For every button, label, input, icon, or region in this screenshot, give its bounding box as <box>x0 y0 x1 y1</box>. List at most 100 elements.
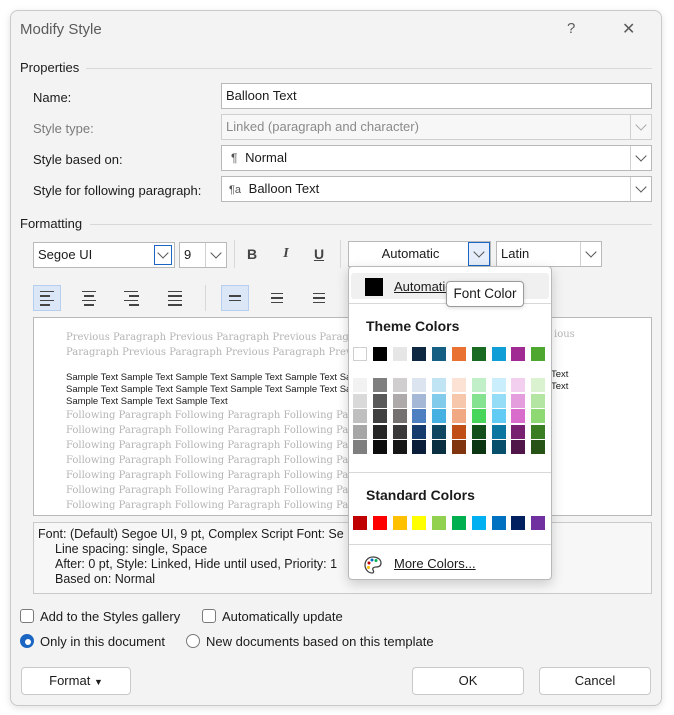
help-button[interactable]: ? <box>567 20 575 37</box>
theme-shade-swatch[interactable] <box>531 440 546 454</box>
theme-color-swatch[interactable] <box>392 347 407 361</box>
script-select[interactable]: Latin <box>496 241 602 267</box>
theme-shade-swatch[interactable] <box>491 440 506 454</box>
theme-color-swatch[interactable] <box>432 347 447 361</box>
standard-color-swatch[interactable] <box>432 516 447 530</box>
theme-shade-swatch[interactable] <box>372 393 387 408</box>
align-center-button[interactable] <box>75 285 103 311</box>
add-to-gallery-checkbox[interactable] <box>20 609 34 623</box>
justify-button[interactable] <box>161 285 189 311</box>
theme-shade-swatch[interactable] <box>531 409 546 423</box>
theme-shade-swatch[interactable] <box>412 409 427 423</box>
theme-shade-swatch[interactable] <box>392 409 407 423</box>
more-colors-item[interactable]: More Colors... <box>394 556 476 571</box>
standard-color-swatch[interactable] <box>372 516 387 530</box>
align-left-button[interactable] <box>33 285 61 311</box>
theme-shade-swatch[interactable] <box>372 440 387 454</box>
theme-shade-swatch[interactable] <box>372 409 387 423</box>
cancel-button[interactable]: Cancel <box>539 667 651 695</box>
font-size-select[interactable]: 9 <box>179 242 227 268</box>
theme-shade-swatch[interactable] <box>511 440 526 454</box>
theme-shade-swatch[interactable] <box>353 393 367 408</box>
theme-color-swatch[interactable] <box>471 347 486 361</box>
theme-shade-swatch[interactable] <box>452 440 466 454</box>
theme-shade-swatch[interactable] <box>392 393 407 408</box>
theme-shade-swatch[interactable] <box>353 440 367 454</box>
theme-color-swatch[interactable] <box>531 347 546 361</box>
style-type-select[interactable]: Linked (paragraph and character) <box>221 114 652 140</box>
standard-color-swatch[interactable] <box>353 516 367 530</box>
theme-shade-swatch[interactable] <box>511 424 526 439</box>
theme-color-swatch[interactable] <box>452 347 466 361</box>
theme-shade-swatch[interactable] <box>531 393 546 408</box>
theme-shade-swatch[interactable] <box>432 378 447 392</box>
theme-shade-swatch[interactable] <box>432 424 447 439</box>
auto-update-checkbox[interactable] <box>202 609 216 623</box>
theme-shade-swatch[interactable] <box>392 378 407 392</box>
theme-shade-swatch[interactable] <box>452 409 466 423</box>
new-documents-label: New documents based on this template <box>206 634 434 649</box>
theme-shade-swatch[interactable] <box>392 440 407 454</box>
standard-color-swatch[interactable] <box>471 516 486 530</box>
format-button[interactable]: Format ▼ <box>21 667 131 695</box>
theme-shade-swatch[interactable] <box>471 440 486 454</box>
theme-shade-swatch[interactable] <box>412 424 427 439</box>
theme-shade-swatch[interactable] <box>412 378 427 392</box>
ok-button[interactable]: OK <box>412 667 524 695</box>
theme-shade-swatch[interactable] <box>452 393 466 408</box>
standard-color-swatch[interactable] <box>452 516 466 530</box>
font-color-select[interactable]: Automatic <box>348 241 491 267</box>
underline-button[interactable]: U <box>307 242 331 266</box>
single-spacing-button[interactable] <box>221 285 249 311</box>
theme-shade-swatch[interactable] <box>511 378 526 392</box>
theme-shade-swatch[interactable] <box>531 378 546 392</box>
close-icon[interactable]: ✕ <box>622 19 635 39</box>
theme-shade-swatch[interactable] <box>392 424 407 439</box>
theme-shade-swatch[interactable] <box>452 424 466 439</box>
one-half-spacing-button[interactable] <box>263 285 291 311</box>
theme-shade-swatch[interactable] <box>531 424 546 439</box>
theme-shade-swatch[interactable] <box>471 424 486 439</box>
theme-shade-swatch[interactable] <box>432 409 447 423</box>
theme-shade-swatch[interactable] <box>412 393 427 408</box>
standard-color-swatch[interactable] <box>491 516 506 530</box>
align-right-button[interactable] <box>117 285 145 311</box>
font-select[interactable]: Segoe UI <box>33 242 175 268</box>
theme-shade-swatch[interactable] <box>471 393 486 408</box>
bold-button[interactable]: B <box>240 242 264 266</box>
theme-color-swatch[interactable] <box>353 347 367 361</box>
double-spacing-button[interactable] <box>305 285 333 311</box>
italic-button[interactable]: I <box>274 242 298 266</box>
theme-shade-swatch[interactable] <box>372 424 387 439</box>
standard-color-swatch[interactable] <box>531 516 546 530</box>
theme-shade-swatch[interactable] <box>471 409 486 423</box>
standard-color-swatch[interactable] <box>511 516 526 530</box>
theme-shade-swatch[interactable] <box>432 393 447 408</box>
theme-color-swatch[interactable] <box>412 347 427 361</box>
standard-color-swatch[interactable] <box>412 516 427 530</box>
only-this-document-radio[interactable] <box>20 634 34 648</box>
theme-shade-swatch[interactable] <box>353 409 367 423</box>
name-field[interactable]: Balloon Text <box>221 83 652 109</box>
theme-shade-swatch[interactable] <box>491 393 506 408</box>
theme-shade-swatch[interactable] <box>511 409 526 423</box>
theme-shade-swatch[interactable] <box>491 424 506 439</box>
theme-color-swatch[interactable] <box>491 347 506 361</box>
theme-color-swatch[interactable] <box>511 347 526 361</box>
theme-shade-swatch[interactable] <box>511 393 526 408</box>
theme-shade-swatch[interactable] <box>491 378 506 392</box>
theme-shade-swatch[interactable] <box>452 378 466 392</box>
theme-shade-swatch[interactable] <box>432 440 447 454</box>
theme-shade-swatch[interactable] <box>353 424 367 439</box>
theme-shade-swatch[interactable] <box>491 409 506 423</box>
following-select[interactable]: ¶a Balloon Text <box>221 176 652 202</box>
new-documents-radio[interactable] <box>186 634 200 648</box>
theme-shade-swatch[interactable] <box>412 440 427 454</box>
theme-shade-swatch[interactable] <box>471 378 486 392</box>
style-preview: Previous Paragraph Previous Paragraph Pr… <box>33 317 652 516</box>
theme-shade-swatch[interactable] <box>372 378 387 392</box>
standard-color-swatch[interactable] <box>392 516 407 530</box>
theme-color-swatch[interactable] <box>372 347 387 361</box>
based-on-select[interactable]: ¶ Normal <box>221 145 652 171</box>
theme-shade-swatch[interactable] <box>353 378 367 392</box>
